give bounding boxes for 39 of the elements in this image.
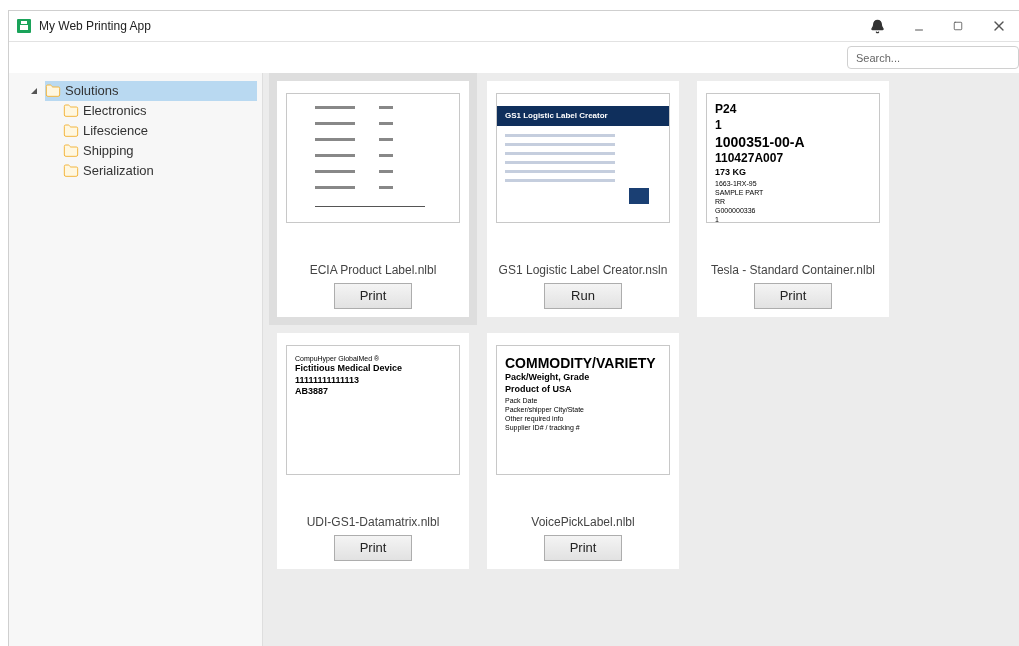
file-name: ECIA Product Label.nlbl <box>309 262 437 279</box>
label-preview-text: AB3887 <box>295 386 330 399</box>
search-field[interactable]: Search... <box>847 46 1019 69</box>
action-button[interactable]: Run <box>544 283 622 309</box>
folder-icon <box>63 163 79 179</box>
label-preview-text: 11111111111113 <box>295 374 361 387</box>
label-preview-text: 1 <box>715 117 723 134</box>
file-name: GS1 Logistic Label Creator.nsln <box>498 262 668 279</box>
label-preview-text: GS1 Logistic Label Creator <box>497 106 669 126</box>
app-logo-icon <box>17 19 31 33</box>
label-preview-text: 173 KG <box>715 166 748 179</box>
tree-item[interactable]: Serialization <box>63 161 262 181</box>
folder-icon <box>45 83 61 99</box>
label-preview-text: Pack/Weight, Grade <box>505 372 591 384</box>
file-name: UDI-GS1-Datamatrix.nlbl <box>306 514 440 531</box>
label-preview-text: P24 <box>715 102 738 118</box>
action-button[interactable]: Print <box>334 283 412 309</box>
action-button[interactable]: Print <box>544 535 622 561</box>
tree-item[interactable]: Electronics <box>63 101 262 121</box>
folder-icon <box>63 103 79 119</box>
folder-icon <box>63 143 79 159</box>
notification-bell-icon[interactable] <box>870 18 885 34</box>
file-name: Tesla - Standard Container.nlbl <box>710 262 876 279</box>
label-preview-text: Fictitious Medical Device <box>295 363 404 375</box>
file-name: VoicePickLabel.nlbl <box>531 514 635 531</box>
label-preview-text: COMMODITY/VARIETY <box>505 354 657 373</box>
label-preview-text: Product of USA <box>505 383 573 396</box>
label-preview-text: 1000351-00-A <box>715 133 806 152</box>
maximize-icon[interactable] <box>953 21 963 31</box>
action-button[interactable]: Print <box>334 535 412 561</box>
tree-item[interactable]: Lifescience <box>63 121 262 141</box>
label-preview-text: 110427A007 <box>715 151 785 167</box>
window-title: My Web Printing App <box>39 18 151 35</box>
tree-item[interactable]: Solutions <box>45 81 257 101</box>
label-card[interactable]: ECIA Product Label.nlbl Print <box>269 73 477 325</box>
expand-arrow-icon[interactable] <box>31 88 37 94</box>
tree-item[interactable]: Shipping <box>63 141 262 161</box>
action-button[interactable]: Print <box>754 283 832 309</box>
folder-icon <box>63 123 79 139</box>
